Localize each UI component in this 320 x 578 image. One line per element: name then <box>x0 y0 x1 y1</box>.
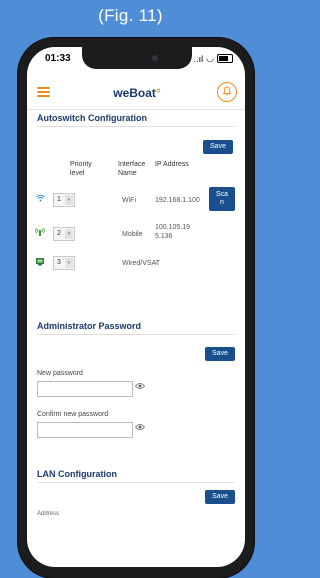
new-password-field[interactable] <box>37 381 133 397</box>
confirm-password-label: Confirm new password <box>37 411 109 418</box>
divider <box>37 126 235 127</box>
eye-icon[interactable] <box>134 382 146 392</box>
ip-address: 100.105.195.136 <box>155 224 191 240</box>
eye-icon[interactable] <box>134 423 146 433</box>
wifi-status-icon: ◡ <box>206 53 214 63</box>
wifi-icon <box>36 194 45 204</box>
scan-button[interactable]: Scan <box>209 187 235 211</box>
mobile-signal-icon <box>35 227 45 238</box>
interface-header: Interface Name <box>118 161 146 177</box>
ip-header: IP Address <box>155 161 189 168</box>
menu-icon[interactable] <box>37 87 50 97</box>
lan-configuration-title: LAN Configuration <box>37 469 117 479</box>
logo-text: weBoat <box>113 86 156 100</box>
confirm-password-field[interactable] <box>37 422 133 438</box>
interface-name: WiFi <box>122 197 136 204</box>
autoswitch-title: Autoswitch Configuration <box>37 113 147 123</box>
lan-save-button[interactable]: Save <box>205 490 235 504</box>
status-icons: ..ıl ◡ <box>194 53 233 64</box>
priority-header: Priority level <box>70 161 92 177</box>
priority-select-mobile[interactable]: 2 ▾ <box>53 227 75 241</box>
ip-address: 192.168.1.100 <box>155 197 200 204</box>
divider <box>37 482 235 483</box>
interface-name: Mobile <box>122 231 143 238</box>
admin-save-button[interactable]: Save <box>205 347 235 361</box>
ip-address: - <box>155 260 158 267</box>
autoswitch-save-button[interactable]: Save <box>203 140 233 154</box>
figure-caption: (Fig. 11) <box>98 6 163 25</box>
status-time: 01:33 <box>45 53 71 64</box>
chevron-down-icon: ▾ <box>65 229 73 239</box>
chevron-down-icon: ▾ <box>65 195 73 205</box>
notch <box>82 47 192 69</box>
logo-mark: ° <box>155 86 161 100</box>
app-logo: weBoat° <box>97 86 177 100</box>
ethernet-icon <box>35 257 45 268</box>
address-label: Address <box>37 511 60 517</box>
admin-password-title: Administrator Password <box>37 321 142 331</box>
priority-select-wired[interactable]: 3 ▾ <box>53 256 75 270</box>
app-bar: weBoat° <box>27 77 245 110</box>
priority-select-wifi[interactable]: 1 ▾ <box>53 193 75 207</box>
battery-icon <box>217 54 233 63</box>
chevron-down-icon: ▾ <box>65 258 73 268</box>
divider <box>37 334 235 335</box>
phone-screen: 01:33 ..ıl ◡ weBoat° Autoswitch Configur… <box>27 47 245 567</box>
camera-icon <box>152 55 158 61</box>
new-password-label: New password <box>37 370 83 377</box>
bell-icon[interactable] <box>217 82 237 102</box>
signal-icon: ..ıl <box>193 53 204 64</box>
phone-frame: 01:33 ..ıl ◡ weBoat° Autoswitch Configur… <box>18 38 254 578</box>
